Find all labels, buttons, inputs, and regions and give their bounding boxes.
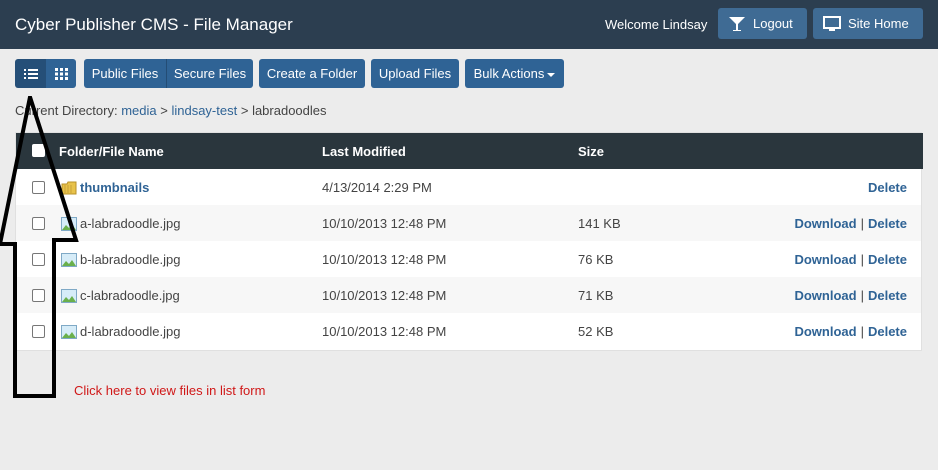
list-view-button[interactable] <box>15 59 46 88</box>
site-home-button[interactable]: Site Home <box>813 8 923 39</box>
grid-view-button[interactable] <box>46 59 76 88</box>
size-cell: 76 KB <box>578 252 614 267</box>
upload-files-button[interactable]: Upload Files <box>371 59 459 88</box>
breadcrumb-separator: > <box>160 103 168 118</box>
actions-cell: Download | Delete <box>794 252 907 267</box>
download-link[interactable]: Download <box>794 288 856 303</box>
bulk-actions-dropdown[interactable]: Bulk Actions <box>465 59 564 88</box>
grid-view-icon <box>54 67 68 80</box>
modified-cell: 10/10/2013 12:48 PM <box>322 252 447 267</box>
table-row: b-labradoodle.jpg 10/10/2013 12:48 PM 76… <box>16 241 921 277</box>
modified-cell: 10/10/2013 12:48 PM <box>322 288 447 303</box>
monitor-icon <box>823 15 841 31</box>
breadcrumb-separator: > <box>240 103 249 118</box>
folder-link[interactable]: thumbnails <box>80 180 149 195</box>
breadcrumb-current: labradoodles <box>252 103 327 118</box>
download-link[interactable]: Download <box>794 252 856 267</box>
modified-cell: 10/10/2013 12:48 PM <box>322 216 447 231</box>
breadcrumb-link-media[interactable]: media <box>121 103 156 118</box>
download-link[interactable]: Download <box>794 324 856 339</box>
delete-link[interactable]: Delete <box>868 252 907 267</box>
delete-link[interactable]: Delete <box>868 324 907 339</box>
logout-button[interactable]: Logout <box>718 8 807 39</box>
bulk-actions-label: Bulk Actions <box>473 66 545 81</box>
delete-link[interactable]: Delete <box>868 288 907 303</box>
actions-cell: Download | Delete <box>794 324 907 339</box>
file-table: Folder/File Name Last Modified Size thum… <box>15 132 923 351</box>
action-separator: | <box>860 252 864 267</box>
actions-cell: Download | Delete <box>794 288 907 303</box>
welcome-text: Welcome Lindsay <box>605 17 708 32</box>
table-row: d-labradoodle.jpg 10/10/2013 12:48 PM 52… <box>16 313 921 349</box>
file-name[interactable]: c-labradoodle.jpg <box>80 288 180 303</box>
create-folder-button[interactable]: Create a Folder <box>259 59 365 88</box>
top-bar: Cyber Publisher CMS - File Manager Welco… <box>0 0 938 49</box>
public-files-button[interactable]: Public Files <box>84 59 166 88</box>
table-row: c-labradoodle.jpg 10/10/2013 12:48 PM 71… <box>16 277 921 313</box>
modified-cell: 4/13/2014 2:29 PM <box>322 180 432 195</box>
download-link[interactable]: Download <box>794 216 856 231</box>
actions-cell: Delete <box>868 180 907 195</box>
delete-link[interactable]: Delete <box>868 216 907 231</box>
table-row: thumbnails 4/13/2014 2:29 PM Delete <box>16 169 921 205</box>
file-name[interactable]: a-labradoodle.jpg <box>80 216 180 231</box>
actions-cell: Download | Delete <box>794 216 907 231</box>
list-view-icon <box>23 68 38 79</box>
file-name[interactable]: b-labradoodle.jpg <box>80 252 180 267</box>
app-title: Cyber Publisher CMS - File Manager <box>15 15 293 34</box>
breadcrumb-link-lindsay-test[interactable]: lindsay-test <box>171 103 237 118</box>
size-cell: 52 KB <box>578 324 614 339</box>
delete-link[interactable]: Delete <box>868 180 907 195</box>
caret-down-icon <box>547 72 556 77</box>
logout-icon <box>729 16 745 31</box>
table-row: a-labradoodle.jpg 10/10/2013 12:48 PM 14… <box>16 205 921 241</box>
table-header: Folder/File Name Last Modified Size <box>16 133 923 169</box>
column-header-size[interactable]: Size <box>578 144 604 159</box>
hint-text: Click here to view files in list form <box>74 383 266 398</box>
secure-files-button[interactable]: Secure Files <box>166 59 253 88</box>
action-separator: | <box>860 216 864 231</box>
logout-label: Logout <box>753 16 793 31</box>
size-cell: 71 KB <box>578 288 614 303</box>
file-name[interactable]: d-labradoodle.jpg <box>80 324 180 339</box>
size-cell: 141 KB <box>578 216 621 231</box>
column-header-modified[interactable]: Last Modified <box>322 144 406 159</box>
site-home-label: Site Home <box>848 16 909 31</box>
modified-cell: 10/10/2013 12:48 PM <box>322 324 447 339</box>
action-separator: | <box>860 288 864 303</box>
action-separator: | <box>860 324 864 339</box>
arrow-annotation <box>0 96 79 398</box>
